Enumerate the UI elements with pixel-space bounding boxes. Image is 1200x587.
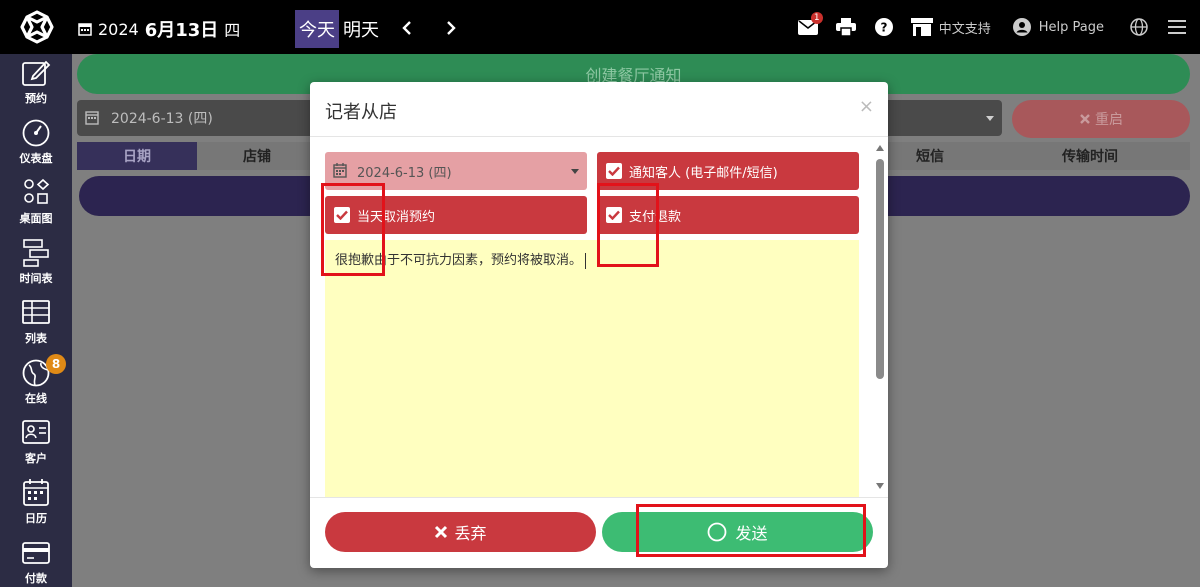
checkbox-checked-icon xyxy=(606,207,622,223)
circle-icon xyxy=(708,522,727,542)
current-month-day: 6月13日 xyxy=(144,20,219,41)
sidebar-item-label: 时间表 xyxy=(19,272,53,285)
sidebar-item-payment[interactable]: 付款 xyxy=(0,534,72,587)
discard-button[interactable]: 丢弃 xyxy=(325,512,596,552)
chevron-down-icon xyxy=(986,116,994,121)
sidebar-item-label: 桌面图 xyxy=(19,212,53,225)
menu-button[interactable] xyxy=(1160,10,1194,44)
calendar-icon xyxy=(78,23,92,36)
timeline-icon xyxy=(23,239,49,267)
sidebar-item-customers[interactable]: 客户 xyxy=(0,414,72,474)
chevron-down-icon xyxy=(571,169,579,174)
user-circle-icon xyxy=(1012,18,1031,36)
app-logo-icon[interactable] xyxy=(20,10,54,44)
close-icon xyxy=(435,525,448,539)
user-avatar[interactable] xyxy=(1005,10,1039,44)
dashboard-icon xyxy=(22,119,50,147)
sidebar-item-label: 列表 xyxy=(25,332,47,345)
svg-text:?: ? xyxy=(880,21,887,35)
store-button[interactable] xyxy=(905,10,939,44)
chevron-left-icon xyxy=(402,21,411,35)
current-year: 2024 xyxy=(98,19,139,39)
print-button[interactable] xyxy=(829,10,863,44)
credit-card-icon xyxy=(22,542,50,564)
cancel-today-label: 当天取消预约 xyxy=(357,209,436,225)
next-day-button[interactable] xyxy=(441,16,461,40)
restart-button[interactable]: 重启 xyxy=(1012,100,1190,138)
refund-label: 支付退款 xyxy=(629,209,682,225)
printer-icon xyxy=(835,18,856,36)
sidebar-item-table-map[interactable]: 桌面图 xyxy=(0,174,72,234)
sidebar-item-label: 仪表盘 xyxy=(19,152,53,165)
language-button[interactable] xyxy=(1122,10,1156,44)
current-date: 2024 6月13日 四 xyxy=(78,16,240,42)
tomorrow-button[interactable]: 明天 xyxy=(343,10,379,48)
column-header-transmit-time[interactable]: 传输时间 xyxy=(990,142,1190,170)
modal-title: 记者从店 xyxy=(325,102,397,123)
send-label: 发送 xyxy=(735,524,768,543)
modal-date-select[interactable]: 2024-6-13 (四) xyxy=(325,152,587,190)
current-weekday: 四 xyxy=(224,21,241,40)
refund-checkbox[interactable]: 支付退款 xyxy=(597,196,859,234)
edit-icon xyxy=(22,60,51,86)
column-header-date[interactable]: 日期 xyxy=(77,142,197,170)
sidebar-item-list[interactable]: 列表 xyxy=(0,294,72,354)
sidebar-item-online[interactable]: 8 在线 xyxy=(0,354,72,414)
scrollbar-thumb[interactable] xyxy=(876,159,884,379)
discard-label: 丢弃 xyxy=(454,524,487,543)
sidebar-item-timeline[interactable]: 时间表 xyxy=(0,234,72,294)
chevron-right-icon xyxy=(447,21,456,35)
scroll-down-icon[interactable] xyxy=(876,483,884,489)
checkbox-checked-icon xyxy=(606,163,622,179)
globe-icon xyxy=(1130,18,1148,36)
message-textarea[interactable]: 很抱歉由于不可抗力因素，预约将被取消。 xyxy=(325,240,859,497)
message-text: 很抱歉由于不可抗力因素，预约将被取消。 xyxy=(335,253,583,268)
list-icon xyxy=(22,300,50,324)
sidebar-item-reservation[interactable]: 预约 xyxy=(0,54,72,114)
calendar-icon xyxy=(333,163,347,178)
modal-scrollbar[interactable] xyxy=(874,137,886,497)
today-button[interactable]: 今天 xyxy=(295,10,339,48)
hamburger-menu-icon xyxy=(1168,20,1186,34)
send-button[interactable]: 发送 xyxy=(602,512,873,552)
date-filter-value: 2024-6-13 (四) xyxy=(111,111,213,127)
store-icon xyxy=(910,18,933,36)
question-circle-icon: ? xyxy=(874,18,893,36)
top-bar: 2024 6月13日 四 今天 明天 1 ? 中文支持 Help Page xyxy=(0,0,1200,54)
help-button[interactable]: ? xyxy=(867,10,901,44)
mail-button[interactable]: 1 xyxy=(791,10,825,44)
sidebar-item-label: 客户 xyxy=(25,452,47,465)
calendar-icon xyxy=(23,479,49,506)
modal-body: 2024-6-13 (四) 通知客人 (电子邮件/短信) 当天取消预约 支付退款… xyxy=(310,137,888,497)
help-page-link[interactable]: Help Page xyxy=(1039,20,1104,35)
notify-guest-label: 通知客人 (电子邮件/短信) xyxy=(629,165,778,181)
language-support-link[interactable]: 中文支持 xyxy=(939,18,991,37)
modal-footer-divider xyxy=(310,497,888,498)
contact-card-icon xyxy=(22,420,50,444)
column-header-sms[interactable]: 短信 xyxy=(870,142,990,170)
online-badge: 8 xyxy=(46,354,66,374)
mail-badge: 1 xyxy=(810,12,823,24)
cancel-today-checkbox[interactable]: 当天取消预约 xyxy=(325,196,587,234)
calendar-icon xyxy=(85,111,99,125)
notify-guest-checkbox[interactable]: 通知客人 (电子邮件/短信) xyxy=(597,152,859,190)
close-icon xyxy=(1080,114,1090,124)
modal-close-button[interactable]: × xyxy=(859,96,874,117)
column-header-store[interactable]: 店铺 xyxy=(197,142,317,170)
sidebar-item-label: 预约 xyxy=(25,92,47,105)
sidebar: 预约 仪表盘 桌面图 时间表 列表 8 在线 客户 日历 付款 xyxy=(0,54,72,587)
checkbox-checked-icon xyxy=(334,207,350,223)
table-map-icon xyxy=(24,178,50,204)
sidebar-item-label: 日历 xyxy=(25,512,47,525)
sidebar-item-label: 在线 xyxy=(25,392,47,405)
text-cursor xyxy=(585,252,587,269)
restart-label: 重启 xyxy=(1095,112,1123,128)
scroll-up-icon[interactable] xyxy=(876,145,884,151)
sidebar-item-calendar[interactable]: 日历 xyxy=(0,474,72,534)
sidebar-item-label: 付款 xyxy=(25,572,47,585)
sidebar-item-dashboard[interactable]: 仪表盘 xyxy=(0,114,72,174)
notice-modal: 记者从店 × 2024-6-13 (四) 通知客人 (电子邮件/短信) 当天取消… xyxy=(310,82,888,568)
prev-day-button[interactable] xyxy=(397,16,417,40)
modal-date-value: 2024-6-13 (四) xyxy=(357,165,452,181)
